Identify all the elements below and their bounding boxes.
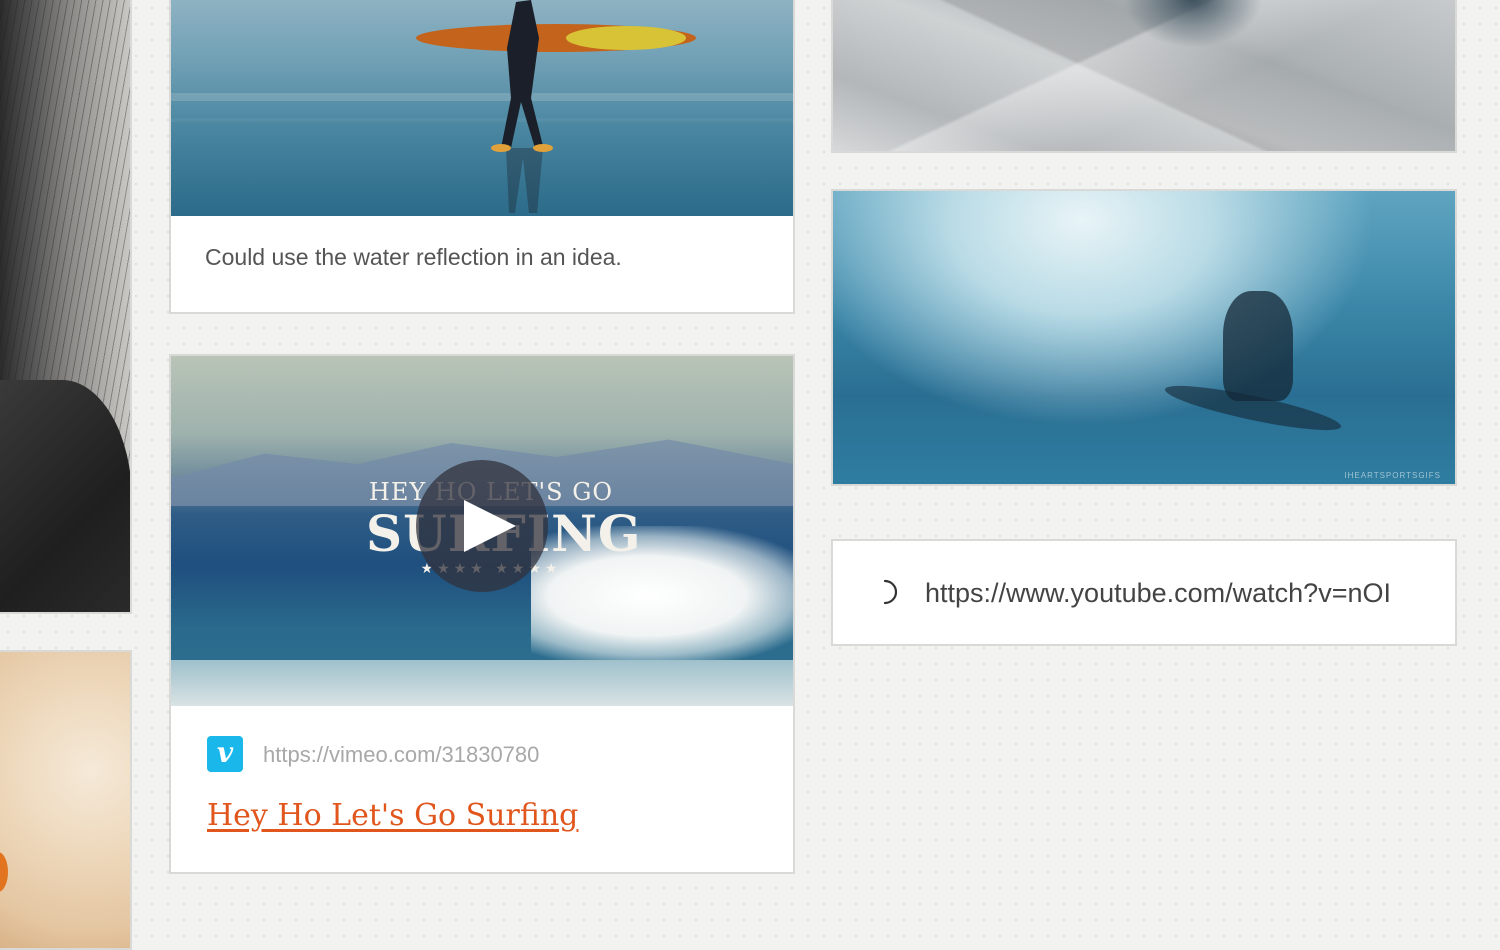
url-input[interactable] xyxy=(925,567,1429,619)
url-entry-card[interactable] xyxy=(831,539,1457,646)
photo-caption: Could use the water reflection in an ide… xyxy=(205,244,622,270)
texture-image-card[interactable] xyxy=(0,650,132,950)
surf-photo-card[interactable]: Could use the water reflection in an ide… xyxy=(169,0,795,314)
underwater-surfer-shape xyxy=(1223,291,1293,401)
video-title-link[interactable]: Hey Ho Let's Go Surfing xyxy=(207,798,578,833)
wave-surfer-image xyxy=(833,191,1455,484)
video-card[interactable]: HEY HO LET'S GO SURFING ★★★★ ★★★★ v http… xyxy=(169,354,795,874)
wave-gif-card[interactable]: IHEARTSPORTSGIFS xyxy=(831,189,1457,486)
texture-image xyxy=(0,652,130,948)
video-url: https://vimeo.com/31830780 xyxy=(263,742,540,767)
image-watermark: IHEARTSPORTSGIFS xyxy=(1344,471,1441,480)
portrait-image-card[interactable] xyxy=(0,0,132,614)
thumbnail-shore xyxy=(171,660,793,706)
vimeo-icon: v xyxy=(207,736,243,772)
play-icon xyxy=(464,500,516,552)
abstract-image-card[interactable] xyxy=(831,0,1457,153)
surfer-silhouette xyxy=(171,0,793,213)
play-button[interactable] xyxy=(416,460,548,592)
surf-photo-image xyxy=(171,0,793,216)
loading-spinner-icon xyxy=(883,579,898,605)
video-thumbnail[interactable]: HEY HO LET'S GO SURFING ★★★★ ★★★★ xyxy=(171,356,793,706)
abstract-shadow xyxy=(1123,0,1263,48)
